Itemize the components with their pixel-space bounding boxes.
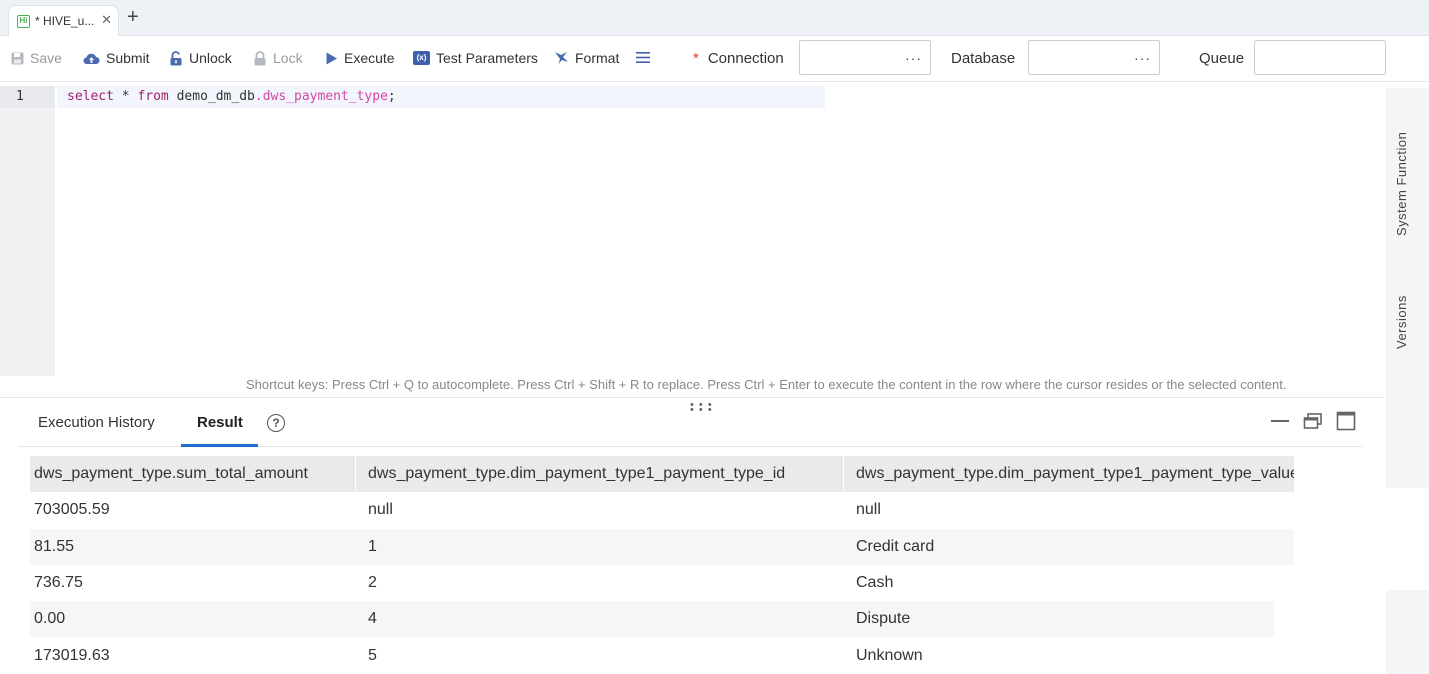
tab-result[interactable]: Result <box>197 414 243 431</box>
column-header[interactable]: dws_payment_type.sum_total_amount <box>30 456 356 492</box>
cell-payment-type-value: Unknown <box>856 647 923 664</box>
cell-sum-total-amount: 736.75 <box>34 574 83 591</box>
unlock-button[interactable]: Unlock <box>169 50 232 66</box>
keyword-from: from <box>137 89 169 104</box>
semicolon-token: ; <box>387 89 396 104</box>
panel-splitter[interactable] <box>0 397 1384 398</box>
cell-payment-type-value: Dispute <box>856 610 911 627</box>
table-row[interactable]: 703005.59 null null <box>30 492 1294 528</box>
format-label: Format <box>575 50 620 66</box>
result-table-header: dws_payment_type.sum_total_amount dws_pa… <box>30 456 1294 492</box>
database-select[interactable]: ··· <box>1028 40 1160 75</box>
star-token: * <box>113 89 138 104</box>
hive-file-icon: Hi <box>17 14 30 28</box>
menu-icon <box>636 52 650 63</box>
connection-select[interactable]: ··· <box>799 40 931 75</box>
close-tab-icon[interactable]: ✕ <box>101 13 112 26</box>
cell-payment-type-value: null <box>856 501 881 518</box>
lock-label: Lock <box>273 50 303 66</box>
shortcut-hint: Shortcut keys: Press Ctrl + Q to autocom… <box>246 377 1287 392</box>
side-panel-lower <box>1386 590 1429 674</box>
cell-payment-type-id: 1 <box>368 538 377 555</box>
column-header[interactable]: dws_payment_type.dim_payment_type1_payme… <box>364 456 844 492</box>
column-header[interactable]: dws_payment_type.dim_payment_type1_payme… <box>852 456 1294 492</box>
restore-icon[interactable] <box>1303 412 1323 430</box>
lock-icon <box>254 50 266 65</box>
line-number: 1 <box>0 86 55 108</box>
cell-sum-total-amount: 0.00 <box>34 610 66 627</box>
required-mark: * <box>693 50 699 67</box>
drag-handle-icon[interactable]: • • • • • • <box>690 400 713 416</box>
submit-label: Submit <box>106 50 150 66</box>
tab-title: * HIVE_u... <box>35 14 95 28</box>
editor-gutter <box>0 86 55 376</box>
cell-payment-type-id: null <box>368 501 393 518</box>
dot-token: . <box>254 89 263 104</box>
submit-button[interactable]: Submit <box>83 50 150 66</box>
cell-sum-total-amount: 703005.59 <box>34 501 110 518</box>
queue-label: Queue <box>1199 50 1245 67</box>
versions-tab[interactable]: Versions <box>1394 295 1409 349</box>
execute-label: Execute <box>344 50 395 66</box>
table-row[interactable]: 0.00 4 Dispute <box>30 601 1274 637</box>
format-brush-icon <box>555 52 568 64</box>
more-dots-icon[interactable]: ··· <box>905 51 922 65</box>
format-button[interactable]: Format <box>554 50 619 66</box>
lock-button[interactable]: Lock <box>253 50 303 66</box>
maximize-icon[interactable] <box>1336 411 1356 431</box>
cell-payment-type-value: Cash <box>856 574 894 591</box>
connection-label-text: Connection <box>707 50 784 67</box>
save-icon <box>11 52 24 64</box>
table-row[interactable]: 736.75 2 Cash <box>30 565 1274 601</box>
table-row[interactable]: 173019.63 5 Unknown <box>30 638 1274 674</box>
toolbar: Save Submit Unlock Lock Execute (x) Test… <box>0 36 1429 82</box>
more-menu-button[interactable] <box>636 51 656 64</box>
help-icon[interactable]: ? <box>267 414 285 432</box>
execute-button[interactable]: Execute <box>325 50 395 66</box>
queue-input[interactable] <box>1254 40 1386 75</box>
sql-editor-line[interactable]: select * from demo_dm_db.dws_payment_typ… <box>57 86 825 108</box>
keyword-select: select <box>67 89 114 104</box>
connection-label: * Connection <box>693 50 784 67</box>
variable-icon: (x) <box>413 51 430 65</box>
tab-execution-history[interactable]: Execution History <box>38 414 155 431</box>
active-tab-indicator <box>181 444 258 447</box>
cell-sum-total-amount: 173019.63 <box>34 647 110 664</box>
cell-payment-type-id: 5 <box>368 647 377 664</box>
database-token: demo_dm_db <box>168 89 255 104</box>
save-button[interactable]: Save <box>11 50 62 66</box>
cell-payment-type-id: 2 <box>368 574 377 591</box>
cloud-upload-icon <box>83 53 100 64</box>
database-label: Database <box>951 50 1016 67</box>
add-tab-button[interactable]: + <box>127 7 139 27</box>
tab-hive-script[interactable]: Hi * HIVE_u... ✕ <box>8 5 119 36</box>
cell-sum-total-amount: 81.55 <box>34 538 75 555</box>
test-parameters-button[interactable]: (x) Test Parameters <box>413 50 538 66</box>
more-dots-icon[interactable]: ··· <box>1134 51 1151 65</box>
unlock-label: Unlock <box>189 50 232 66</box>
minimize-icon[interactable] <box>1270 412 1290 430</box>
save-label: Save <box>30 50 62 66</box>
table-row[interactable]: 81.55 1 Credit card <box>30 529 1294 565</box>
play-icon <box>326 52 337 64</box>
unlock-icon <box>170 50 182 65</box>
tab-bar: Hi * HIVE_u... ✕ + <box>0 0 1429 36</box>
cell-payment-type-value: Credit card <box>856 538 935 555</box>
system-function-tab[interactable]: System Function <box>1394 132 1409 236</box>
table-token: dws_payment_type <box>262 89 388 104</box>
cell-payment-type-id: 4 <box>368 610 377 627</box>
side-panel: System Function Versions <box>1386 88 1429 488</box>
test-parameters-label: Test Parameters <box>436 50 538 66</box>
